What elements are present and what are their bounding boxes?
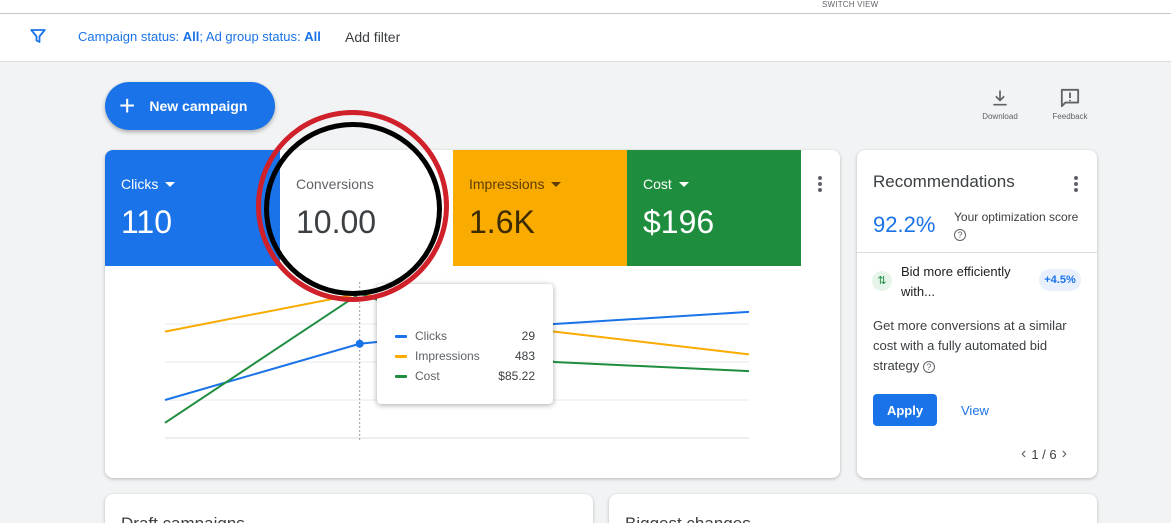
new-campaign-button[interactable]: + New campaign bbox=[105, 82, 275, 130]
metric-value: $196 bbox=[643, 204, 715, 240]
legend-swatch bbox=[395, 355, 407, 358]
download-label: Download bbox=[982, 112, 1018, 121]
recommendation-description: Get more conversions at a similar cost w… bbox=[873, 316, 1083, 376]
tooltip-series-name: Impressions bbox=[415, 349, 480, 363]
feedback-label: Feedback bbox=[1052, 112, 1088, 121]
tooltip-series-name: Cost bbox=[415, 369, 440, 383]
tooltip-series-value: 483 bbox=[514, 349, 535, 363]
more-vert-icon[interactable] bbox=[1067, 174, 1085, 194]
draft-campaigns-card: Draft campaigns bbox=[105, 494, 593, 523]
tooltip-series-value: 29 bbox=[521, 329, 535, 343]
legend-swatch bbox=[395, 335, 407, 338]
tooltip-row-clicks: Clicks 29 bbox=[395, 329, 535, 345]
recommendations-title: Recommendations bbox=[873, 172, 1015, 191]
more-vert-icon[interactable] bbox=[811, 174, 829, 194]
recommendation-title[interactable]: Bid more efficiently with... bbox=[901, 262, 1041, 302]
metric-impressions[interactable]: Impressions 1.6K bbox=[453, 150, 627, 266]
switch-view-label[interactable]: SWITCH VIEW bbox=[822, 0, 878, 9]
metric-label: Impressions bbox=[469, 176, 545, 192]
new-campaign-label: New campaign bbox=[149, 98, 248, 114]
card-title: Biggest changes bbox=[625, 514, 751, 523]
recommendations-card: Recommendations 92.2% Your optimization … bbox=[857, 150, 1097, 478]
view-button[interactable]: View bbox=[961, 403, 989, 418]
caret-down-icon bbox=[678, 181, 689, 187]
tooltip-series-name: Clicks bbox=[415, 329, 447, 343]
ad-group-status-label: Ad group status: bbox=[205, 29, 305, 44]
tooltip-row-impressions: Impressions 483 bbox=[395, 349, 535, 365]
help-icon[interactable]: ? bbox=[922, 360, 935, 373]
metric-label: Clicks bbox=[121, 176, 159, 192]
pager-text: 1 / 6 bbox=[1031, 446, 1057, 462]
caret-down-icon bbox=[551, 181, 562, 187]
top-strip: SWITCH VIEW bbox=[0, 0, 1171, 14]
hover-point bbox=[355, 339, 364, 348]
plus-icon: + bbox=[119, 90, 136, 121]
recommendation-pager: ‹ 1 / 6 › bbox=[1021, 445, 1067, 463]
add-filter-button[interactable]: Add filter bbox=[345, 29, 400, 45]
uplift-badge: +4.5% bbox=[1039, 269, 1081, 291]
ad-group-status-value: All bbox=[304, 29, 321, 44]
divider bbox=[857, 252, 1097, 253]
chevron-right-icon[interactable]: › bbox=[1062, 445, 1067, 463]
metric-value: 110 bbox=[121, 204, 173, 240]
legend-swatch bbox=[395, 375, 407, 378]
performance-card: Clicks 110 Conversions 10.00 Impressions… bbox=[105, 150, 840, 478]
feedback-icon bbox=[1060, 88, 1080, 108]
tooltip-row-cost: Cost $85.22 bbox=[395, 369, 535, 385]
metric-label: Cost bbox=[643, 176, 672, 192]
chart-tooltip: Clicks 29 Impressions 483 Cost $85.22 bbox=[377, 284, 553, 404]
optimization-score[interactable]: 92.2% bbox=[873, 212, 935, 238]
description-text: Get more conversions at a similar cost w… bbox=[873, 318, 1067, 373]
metric-cost[interactable]: Cost $196 bbox=[627, 150, 801, 266]
download-icon bbox=[993, 90, 1007, 106]
bid-strategy-icon: ⇅ bbox=[872, 271, 892, 291]
help-icon[interactable]: ? bbox=[954, 228, 966, 241]
active-filters[interactable]: Campaign status: All; Ad group status: A… bbox=[78, 29, 321, 44]
feedback-button[interactable]: Feedback bbox=[1040, 88, 1100, 121]
chevron-left-icon[interactable]: ‹ bbox=[1021, 445, 1026, 463]
apply-button[interactable]: Apply bbox=[873, 394, 937, 426]
optimization-score-label: Your optimization score ? bbox=[954, 209, 1084, 243]
score-label-text: Your optimization score bbox=[954, 210, 1079, 224]
filter-icon[interactable] bbox=[29, 27, 47, 45]
campaign-status-value: All bbox=[182, 29, 200, 44]
biggest-changes-card: Biggest changes bbox=[609, 494, 1097, 523]
tooltip-series-value: $85.22 bbox=[498, 369, 535, 383]
card-title: Draft campaigns bbox=[121, 514, 245, 523]
download-button[interactable]: Download bbox=[970, 88, 1030, 121]
black-annotation-circle bbox=[264, 122, 442, 296]
caret-down-icon bbox=[165, 181, 176, 187]
campaign-status-label: Campaign status: bbox=[78, 29, 183, 44]
metric-clicks[interactable]: Clicks 110 bbox=[105, 150, 280, 266]
filter-bar: Campaign status: All; Ad group status: A… bbox=[0, 14, 1171, 62]
metric-value: 1.6K bbox=[469, 204, 535, 240]
